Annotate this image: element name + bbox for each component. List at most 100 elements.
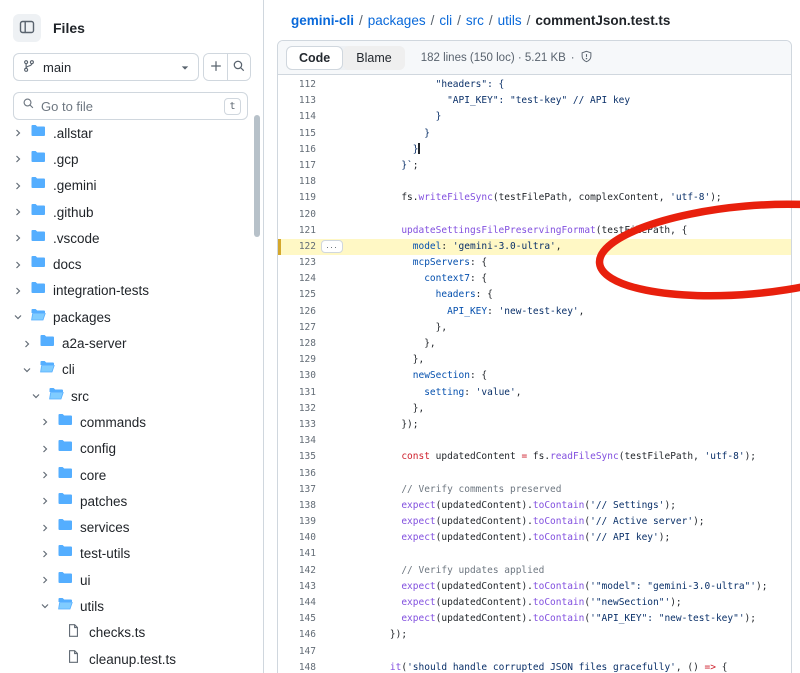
code-line-text: setting: 'value', xyxy=(367,385,521,401)
code-line: 146 ··· }); xyxy=(278,627,791,643)
tree-item[interactable]: ui xyxy=(0,567,262,593)
tree-item[interactable]: commands xyxy=(0,409,262,435)
breadcrumb-dir[interactable]: utils xyxy=(498,13,522,28)
shield-alert-icon[interactable] xyxy=(580,50,593,66)
tree-item[interactable]: utils xyxy=(0,593,262,619)
tree-item[interactable]: .vscode xyxy=(0,225,262,251)
tree-item[interactable]: .github xyxy=(0,199,262,225)
line-menu-button[interactable]: ··· xyxy=(321,240,343,253)
line-number[interactable]: 141 xyxy=(278,546,320,562)
line-number[interactable]: 143 xyxy=(278,579,320,595)
code-line-text: }, xyxy=(367,336,436,352)
sidebar-scrollbar[interactable] xyxy=(254,115,260,237)
folder-icon xyxy=(57,491,73,512)
branch-selector[interactable]: main xyxy=(13,53,199,81)
line-number[interactable]: 113 xyxy=(278,93,320,109)
tab-blame[interactable]: Blame xyxy=(343,46,404,70)
line-number[interactable]: 133 xyxy=(278,417,320,433)
line-number[interactable]: 140 xyxy=(278,530,320,546)
line-number[interactable]: 127 xyxy=(278,320,320,336)
line-number[interactable]: 119 xyxy=(278,190,320,206)
tree-item-label: docs xyxy=(53,257,82,272)
line-number[interactable]: 116 xyxy=(278,142,320,158)
tree-item-label: packages xyxy=(53,310,111,325)
line-number[interactable]: 121 xyxy=(278,223,320,239)
line-number[interactable]: 112 xyxy=(278,77,320,93)
tree-item[interactable]: packages xyxy=(0,304,262,330)
tree-item[interactable]: docs xyxy=(0,251,262,277)
line-number[interactable]: 131 xyxy=(278,385,320,401)
line-number[interactable]: 117 xyxy=(278,158,320,174)
code-line-text: expect(updatedContent).toContain('// API… xyxy=(367,530,670,546)
line-number[interactable]: 136 xyxy=(278,466,320,482)
tree-item[interactable]: services xyxy=(0,514,262,540)
line-number[interactable]: 137 xyxy=(278,482,320,498)
goto-file-input[interactable]: Go to file t xyxy=(13,92,248,120)
line-number[interactable]: 148 xyxy=(278,660,320,673)
tree-item[interactable]: core xyxy=(0,462,262,488)
tree-item[interactable]: config xyxy=(0,436,262,462)
tree-item[interactable]: .gcp xyxy=(0,146,262,172)
code-line-text: expect(updatedContent).toContain('"newSe… xyxy=(367,595,682,611)
line-number[interactable]: 139 xyxy=(278,514,320,530)
line-number[interactable]: 125 xyxy=(278,287,320,303)
tree-item[interactable]: .allstar xyxy=(0,120,262,146)
code-line: 140 ··· expect(updatedContent).toContain… xyxy=(278,530,791,546)
line-number[interactable]: 135 xyxy=(278,449,320,465)
line-number[interactable]: 147 xyxy=(278,644,320,660)
code-line: 125 ··· headers: { xyxy=(278,287,791,303)
tree-item[interactable]: cli xyxy=(0,357,262,383)
code-line: 124 ··· context7: { xyxy=(278,271,791,287)
breadcrumb-dir[interactable]: cli xyxy=(439,13,452,28)
code-line-text: const updatedContent = fs.readFileSync(t… xyxy=(367,449,756,465)
new-file-button[interactable] xyxy=(204,54,227,80)
line-number[interactable]: 145 xyxy=(278,611,320,627)
code-line-text: }); xyxy=(367,417,418,433)
line-number[interactable]: 123 xyxy=(278,255,320,271)
chevron-icon xyxy=(39,416,57,428)
chevron-icon xyxy=(21,338,39,350)
line-number[interactable]: 142 xyxy=(278,563,320,579)
code-line: 127 ··· }, xyxy=(278,320,791,336)
line-number[interactable]: 144 xyxy=(278,595,320,611)
line-number[interactable]: 126 xyxy=(278,304,320,320)
code-line: 121 ··· updateSettingsFilePreservingForm… xyxy=(278,223,791,239)
tree-item[interactable]: checks.ts xyxy=(0,620,262,646)
line-number[interactable]: 122 xyxy=(278,239,320,255)
line-number[interactable]: 120 xyxy=(278,207,320,223)
folder-icon xyxy=(30,149,46,170)
tree-item-label: test-utils xyxy=(80,546,130,561)
collapse-sidebar-button[interactable] xyxy=(13,14,41,42)
tree-item[interactable]: integration-tests xyxy=(0,278,262,304)
line-number[interactable]: 114 xyxy=(278,109,320,125)
code-line-text: } xyxy=(367,142,420,158)
breadcrumb-repo[interactable]: gemini-cli xyxy=(291,13,354,28)
tree-item[interactable]: cleanup.test.ts xyxy=(0,646,262,672)
line-number[interactable]: 132 xyxy=(278,401,320,417)
chevron-icon xyxy=(12,232,30,244)
tree-item[interactable]: src xyxy=(0,383,262,409)
line-number[interactable]: 129 xyxy=(278,352,320,368)
tree-item[interactable]: patches xyxy=(0,488,262,514)
line-number[interactable]: 124 xyxy=(278,271,320,287)
tree-item[interactable]: test-utils xyxy=(0,541,262,567)
tab-code[interactable]: Code xyxy=(286,46,343,70)
code-line-text: mcpServers: { xyxy=(367,255,487,271)
breadcrumb-dir[interactable]: packages xyxy=(368,13,426,28)
branch-name: main xyxy=(43,60,173,75)
line-number[interactable]: 118 xyxy=(278,174,320,190)
line-number[interactable]: 138 xyxy=(278,498,320,514)
search-tree-button[interactable] xyxy=(227,54,250,80)
tree-item[interactable]: .gemini xyxy=(0,173,262,199)
line-number[interactable]: 128 xyxy=(278,336,320,352)
code-line: 126 ··· API_KEY: 'new-test-key', xyxy=(278,304,791,320)
tree-item[interactable]: a2a-server xyxy=(0,330,262,356)
breadcrumb-dir[interactable]: src xyxy=(466,13,484,28)
line-number[interactable]: 134 xyxy=(278,433,320,449)
line-number[interactable]: 115 xyxy=(278,126,320,142)
code-line-text: "headers": { xyxy=(367,77,504,93)
breadcrumb-separator: / xyxy=(489,13,493,28)
line-number[interactable]: 130 xyxy=(278,368,320,384)
folder-icon xyxy=(57,543,73,564)
line-number[interactable]: 146 xyxy=(278,627,320,643)
